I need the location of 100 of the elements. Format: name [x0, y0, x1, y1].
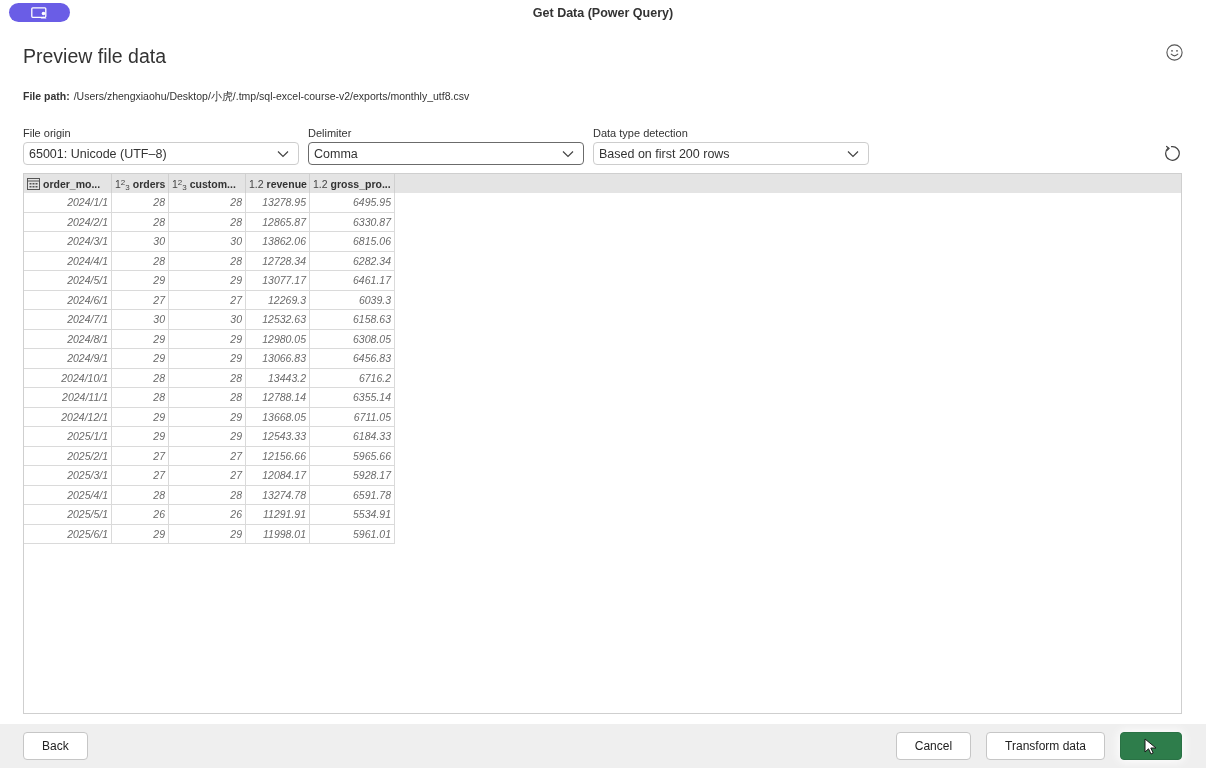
table-cell: 29: [169, 271, 246, 291]
table-cell: 30: [112, 310, 169, 330]
dropdown[interactable]: Comma: [308, 142, 584, 165]
table-cell: 29: [169, 524, 246, 544]
table-cell: 28: [169, 485, 246, 505]
table-cell: 27: [169, 290, 246, 310]
table-cell: 26: [169, 505, 246, 525]
table-cell: 2024/9/1: [24, 349, 112, 369]
field-label: File origin: [23, 126, 72, 140]
table-cell: 27: [169, 446, 246, 466]
primary-button[interactable]: [1120, 732, 1182, 760]
field-label: Delimiter: [308, 126, 353, 140]
table-cell: 5928.17: [310, 466, 395, 486]
type-label: 1.2: [249, 177, 264, 190]
table-cell: 27: [112, 446, 169, 466]
table-cell: 28: [169, 193, 246, 213]
table-cell: 6495.95: [310, 193, 395, 213]
table-cell: 27: [169, 466, 246, 486]
table-cell: 2024/5/1: [24, 271, 112, 291]
table-cell: 26: [112, 505, 169, 525]
table-cell: 6591.78: [310, 485, 395, 505]
table-cell: 13066.83: [246, 349, 310, 369]
monitor-user-icon[interactable]: [9, 3, 70, 22]
table-cell: 2024/11/1: [24, 388, 112, 408]
table-cell: 29: [169, 329, 246, 349]
table-cell: 2024/12/1: [24, 407, 112, 427]
table-cell: 12788.14: [246, 388, 310, 408]
table-cell: 2024/3/1: [24, 232, 112, 252]
column-name: order_mo...: [43, 177, 101, 190]
table-cell: 30: [169, 310, 246, 330]
table-cell: 6456.83: [310, 349, 395, 369]
table-cell: 30: [112, 232, 169, 252]
smiley-face-icon[interactable]: [1166, 44, 1183, 61]
table-cell: 2024/4/1: [24, 251, 112, 271]
chevron-down-icon: [847, 149, 859, 158]
table-cell: 27: [112, 466, 169, 486]
type-label: 1.2: [313, 177, 328, 190]
table-cell: 12980.05: [246, 329, 310, 349]
table-cell: 12269.3: [246, 290, 310, 310]
table-cell: 13274.78: [246, 485, 310, 505]
table-cell: 2025/2/1: [24, 446, 112, 466]
table-cell: 29: [112, 524, 169, 544]
table-cell: 2025/5/1: [24, 505, 112, 525]
table-cell: 5965.66: [310, 446, 395, 466]
page-heading: Preview file data: [23, 44, 167, 68]
table-cell: 12543.33: [246, 427, 310, 447]
table-cell: 28: [112, 212, 169, 232]
table-cell: 6308.05: [310, 329, 395, 349]
table-cell: 29: [112, 271, 169, 291]
table-cell: 2024/2/1: [24, 212, 112, 232]
table-cell: 30: [169, 232, 246, 252]
table-cell: 12865.87: [246, 212, 310, 232]
table-cell: 27: [112, 290, 169, 310]
table-cell: 6282.34: [310, 251, 395, 271]
dialog-button[interactable]: Cancel: [895, 732, 972, 760]
chevron-down-icon: [562, 149, 574, 158]
table-cell: 6039.3: [310, 290, 395, 310]
table-cell: 11291.91: [246, 505, 310, 525]
table-cell: 29: [112, 349, 169, 369]
dropdown[interactable]: Based on first 200 rows: [593, 142, 869, 165]
table-cell: 6716.2: [310, 368, 395, 388]
table-cell: 2025/6/1: [24, 524, 112, 544]
column-name: revenue: [266, 177, 307, 190]
table-cell: 6355.14: [310, 388, 395, 408]
table-cell: 28: [169, 212, 246, 232]
table-cell: 29: [112, 407, 169, 427]
table-cell: 28: [112, 368, 169, 388]
table-cell: 2024/8/1: [24, 329, 112, 349]
table-cell: 29: [112, 427, 169, 447]
table-cell: 2025/3/1: [24, 466, 112, 486]
dialog-button[interactable]: Back: [23, 732, 88, 760]
table-cell: 6158.63: [310, 310, 395, 330]
file-path-label: File path:: [23, 89, 70, 103]
calendar-icon: [27, 177, 40, 190]
table-cell: 12084.17: [246, 466, 310, 486]
table-cell: 2025/4/1: [24, 485, 112, 505]
table-cell: 2025/1/1: [24, 427, 112, 447]
table-cell: 6461.17: [310, 271, 395, 291]
column-name: gross_pro...: [330, 177, 391, 190]
refresh-icon[interactable]: [1163, 145, 1180, 162]
table-cell: 28: [112, 251, 169, 271]
table-cell: 2024/7/1: [24, 310, 112, 330]
table-cell: 6711.05: [310, 407, 395, 427]
table-cell: 29: [169, 349, 246, 369]
field-label: Data type detection: [593, 126, 689, 140]
table-cell: 2024/6/1: [24, 290, 112, 310]
window-title: Get Data (Power Query): [532, 5, 674, 20]
table-cell: 29: [112, 329, 169, 349]
dialog-button[interactable]: Transform data: [986, 732, 1105, 760]
table-cell: 11998.01: [246, 524, 310, 544]
table-cell: 28: [169, 251, 246, 271]
table-cell: 13443.2: [246, 368, 310, 388]
table-cell: 5534.91: [310, 505, 395, 525]
file-path: /Users/zhengxiaohu/Desktop/小虎/.tmp/sql-excel-course-v2/exports/monthly_utf8.csv: [73, 89, 470, 103]
table-cell: 28: [112, 485, 169, 505]
table-cell: 28: [112, 193, 169, 213]
table-cell: 5961.01: [310, 524, 395, 544]
column-name: orders: [132, 177, 166, 190]
dropdown[interactable]: 65001: Unicode (UTF–8): [23, 142, 299, 165]
table-cell: 6815.06: [310, 232, 395, 252]
